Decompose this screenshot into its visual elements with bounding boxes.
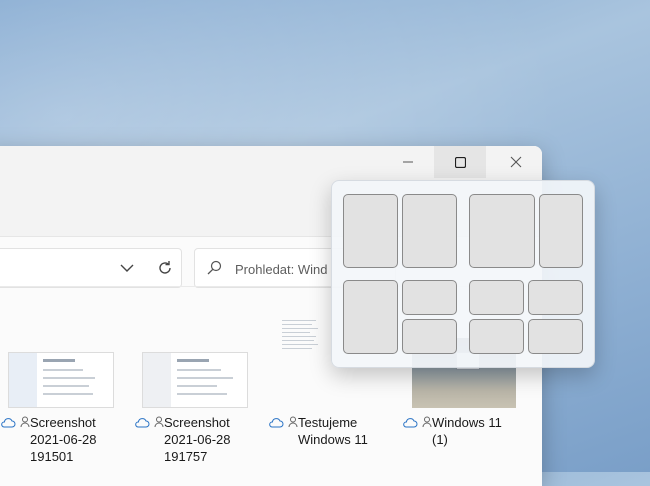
snap-zone[interactable] <box>469 194 535 268</box>
file-thumbnail <box>282 318 326 372</box>
title-bar[interactable] <box>0 146 542 178</box>
person-icon <box>422 416 432 428</box>
chevron-down-icon <box>120 264 134 272</box>
snap-zone[interactable] <box>343 194 398 268</box>
person-icon <box>288 416 298 428</box>
minimize-button[interactable] <box>382 146 434 178</box>
address-bar[interactable] <box>0 248 182 288</box>
refresh-icon <box>159 261 171 274</box>
snap-zone[interactable] <box>469 280 524 315</box>
file-item[interactable]: Screenshot 2021-06-28 191757 <box>134 316 254 476</box>
person-icon <box>20 416 30 428</box>
file-item[interactable]: Screenshot 2021-06-28 191501 <box>0 316 120 476</box>
snap-zone[interactable] <box>402 280 457 315</box>
cloud-icon <box>269 418 284 428</box>
snap-zone[interactable] <box>528 280 583 315</box>
maximize-button[interactable] <box>434 146 486 178</box>
file-thumbnail <box>8 352 114 408</box>
file-name: Screenshot 2021-06-28 191757 <box>164 415 231 464</box>
snap-layouts-flyout <box>331 180 595 368</box>
cloud-icon <box>1 418 16 428</box>
close-button[interactable] <box>490 146 542 178</box>
cloud-icon <box>135 418 150 428</box>
file-thumbnail <box>142 352 248 408</box>
snap-zone[interactable] <box>539 194 583 268</box>
refresh-button[interactable] <box>155 258 175 278</box>
snap-layout-two-columns-wide-left <box>469 194 583 268</box>
file-name: Testujeme Windows 11 <box>298 415 368 447</box>
snap-zone[interactable] <box>402 194 457 268</box>
minimize-icon <box>403 161 413 163</box>
cloud-icon <box>403 418 418 428</box>
snap-layout-left-column-right-stacked <box>343 280 457 354</box>
snap-zone[interactable] <box>343 280 398 354</box>
snap-zone[interactable] <box>469 319 524 354</box>
file-name: Windows 11 (1) <box>432 415 502 447</box>
search-icon <box>207 260 222 280</box>
maximize-icon <box>454 156 466 168</box>
snap-layout-four-grid <box>469 280 583 354</box>
snap-zone[interactable] <box>528 319 583 354</box>
snap-layout-two-equal-columns <box>343 194 457 268</box>
close-icon <box>510 156 522 168</box>
address-history-button[interactable] <box>117 258 137 278</box>
person-icon <box>154 416 164 428</box>
snap-zone[interactable] <box>402 319 457 354</box>
file-name: Screenshot 2021-06-28 191501 <box>30 415 97 464</box>
